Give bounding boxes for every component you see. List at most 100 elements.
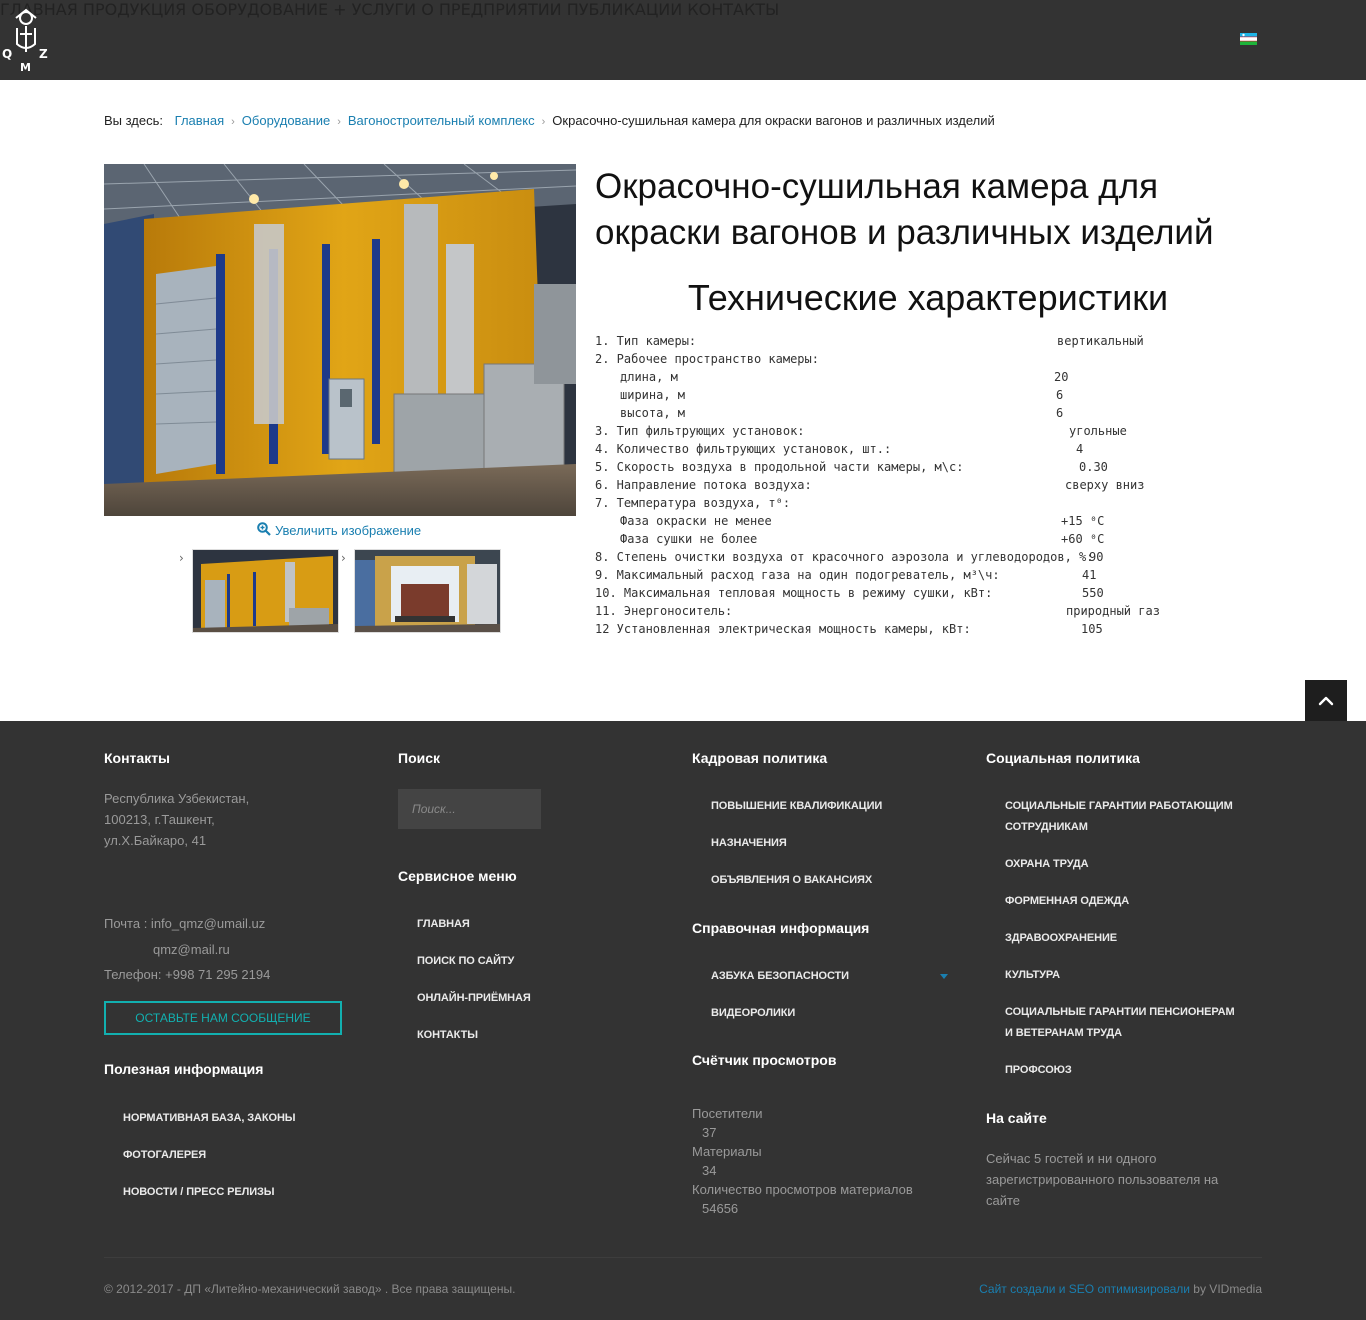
spec-row: 7. Температура воздуха, т⁰: (595, 494, 1275, 512)
thumbnail-1[interactable] (192, 549, 339, 633)
spec-row: 11. Энергоноситель: природный газ (595, 602, 1275, 620)
footer-service-heading: Сервисное меню (398, 868, 517, 884)
uzbekistan-flag-icon[interactable] (1240, 30, 1257, 45)
developer-credit-by: by VIDmedia (1189, 1282, 1262, 1296)
footer-address-line: Республика Узбекистан, (104, 791, 250, 806)
spec-row: 1. Тип камеры: вертикальный (595, 332, 1275, 350)
thumbnail-arrow-icon: › (179, 551, 184, 565)
breadcrumb-separator: › (231, 116, 235, 128)
nav-about[interactable]: О ПРЕДПРИЯТИИ (421, 0, 561, 19)
spec-row: 8. Степень очистки воздуха от красочного… (595, 548, 1275, 566)
footer-service-link[interactable]: КОНТАКТЫ (417, 1029, 478, 1041)
spec-row: 6. Направление потока воздуха: сверху вни… (595, 476, 1275, 494)
footer-service-link[interactable]: ОНЛАЙН-ПРИЁМНАЯ (417, 992, 531, 1004)
footer-useful-link[interactable]: НОРМАТИВНАЯ БАЗА, ЗАКОНЫ (123, 1112, 296, 1124)
spec-label: высота, м (620, 406, 686, 420)
breadcrumb-home[interactable]: Главная (175, 113, 224, 128)
counter-materials-value: 34 (702, 1163, 717, 1178)
footer-service-link[interactable]: ГЛАВНАЯ (417, 918, 470, 930)
footer-email-2[interactable]: qmz@mail.ru (153, 939, 230, 960)
breadcrumb-equipment[interactable]: Оборудование (242, 113, 330, 128)
footer-reference-link[interactable]: ВИДЕОРОЛИКИ (711, 1007, 795, 1019)
specs-list: 1. Тип камеры: вертикальный 2. Рабочее пр… (595, 332, 1275, 638)
spec-label: Фаза окраски не менее (620, 514, 772, 528)
spec-row: 12 Установленная электрическая мощность … (595, 620, 1275, 638)
breadcrumb-wagon-complex[interactable]: Вагоностроительный комплекс (348, 113, 535, 128)
developer-credit-link[interactable]: Сайт создали и SEO оптимизировали (979, 1282, 1190, 1296)
footer-social-heading: Социальная политика (986, 750, 1140, 766)
spec-row: ширина, м 6 (595, 386, 1275, 404)
spec-row: 4. Количество фильтрующих установок, шт.… (595, 440, 1275, 458)
spec-label: 12 Установленная электрическая мощность … (595, 622, 971, 636)
footer-divider (104, 1257, 1262, 1258)
logo-letter-q: Q (2, 47, 12, 61)
spec-label: 9. Максимальный расход газа на один подо… (595, 568, 1000, 582)
chevron-down-icon[interactable] (940, 974, 948, 979)
spec-label: 1. Тип камеры: (595, 334, 697, 348)
spec-row: Фаза окраски не менее +15 ⁰С (595, 512, 1275, 530)
page-title: Окрасочно-сушильная камера для окраски в… (595, 167, 1214, 252)
thumbnail-2[interactable] (354, 549, 501, 633)
spec-row: высота, м 6 (595, 404, 1275, 422)
footer-counter-heading: Счётчик просмотров (692, 1052, 837, 1068)
footer-email[interactable]: Почта : info_qmz@umail.uz (104, 913, 265, 934)
footer-social-link[interactable]: ФОРМЕННАЯ ОДЕЖДА (1005, 895, 1129, 907)
spec-label: 10. Максимальная тепловая мощность в реж… (595, 586, 993, 600)
zoom-in-icon (257, 522, 271, 536)
footer-social-link[interactable]: СОЦИАЛЬНЫЕ ГАРАНТИИ ПЕНСИОНЕРАМ И ВЕТЕРА… (1005, 1002, 1245, 1044)
spec-value: 20 (1054, 370, 1069, 384)
main-nav: ГЛАВНАЯ ПРОДУКЦИЯ ОБОРУДОВАНИЕ + УСЛУГИ … (0, 0, 1366, 19)
enlarge-image-link[interactable]: Увеличить изображение (257, 521, 421, 538)
counter-views-label: Количество просмотров материалов (692, 1182, 913, 1197)
footer-social-link[interactable]: ЗДРАВООХРАНЕНИЕ (1005, 932, 1117, 944)
product-main-image[interactable] (104, 164, 576, 516)
footer-useful-link[interactable]: ФОТОГАЛЕРЕЯ (123, 1149, 206, 1161)
spec-row: Фаза сушки не более +60 ⁰С (595, 530, 1275, 548)
footer-service-link[interactable]: ПОИСК ПО САЙТУ (417, 955, 514, 967)
footer-online-heading: На сайте (986, 1110, 1047, 1126)
spec-label: 6. Направление потока воздуха: (595, 478, 812, 492)
spec-value: 4 (1076, 442, 1084, 456)
nav-equipment[interactable]: ОБОРУДОВАНИЕ + (191, 0, 346, 19)
footer-hr-link[interactable]: ПОВЫШЕНИЕ КВАЛИФИКАЦИИ (711, 800, 882, 812)
spec-label: 3. Тип фильтрующих установок: (595, 424, 805, 438)
spec-value: вертикальный (1057, 334, 1144, 348)
spec-label: Фаза сушки не более (620, 532, 758, 546)
footer-hr-link[interactable]: ОБЪЯВЛЕНИЯ О ВАКАНСИЯХ (711, 874, 872, 886)
logo-letter-z: Z (39, 47, 48, 61)
enlarge-label: Увеличить изображение (275, 523, 422, 538)
nav-services[interactable]: УСЛУГИ (352, 0, 416, 19)
footer-social-link[interactable]: КУЛЬТУРА (1005, 969, 1060, 981)
footer-search-input[interactable] (398, 789, 541, 829)
breadcrumb: Вы здесь: Главная › Оборудование › Вагоностр… (104, 113, 995, 128)
spec-label: ширина, м (620, 388, 686, 402)
scroll-to-top-button[interactable] (1305, 680, 1347, 722)
logo-letter-m: M (20, 61, 31, 72)
leave-message-button[interactable]: ОСТАВЬТЕ НАМ СООБЩЕНИЕ (104, 1001, 342, 1035)
footer-useful-link[interactable]: НОВОСТИ / ПРЕСС РЕЛИЗЫ (123, 1186, 275, 1198)
nav-products[interactable]: ПРОДУКЦИЯ (83, 0, 186, 19)
company-logo[interactable]: Q Z M (2, 8, 50, 74)
chevron-up-icon (1317, 692, 1335, 710)
footer-social-link[interactable]: СОЦИАЛЬНЫЕ ГАРАНТИИ РАБОТАЮЩИМ СОТРУДНИК… (1005, 796, 1245, 838)
spec-label: 8. Степень очистки воздуха от красочного… (595, 550, 1094, 564)
footer-useful-heading: Полезная информация (104, 1061, 264, 1077)
footer-social-link[interactable]: ОХРАНА ТРУДА (1005, 858, 1089, 870)
footer-phone: Телефон: +998 71 295 2194 (104, 967, 271, 982)
spec-label: 2. Рабочее пространство камеры: (595, 352, 819, 366)
spec-row: 2. Рабочее пространство камеры: (595, 350, 1275, 368)
breadcrumb-separator: › (337, 116, 341, 128)
footer-reference-link[interactable]: АЗБУКА БЕЗОПАСНОСТИ (711, 970, 849, 982)
footer-contacts-heading: Контакты (104, 750, 171, 766)
footer-online-text: зарегистрированного пользователя на (986, 1172, 1219, 1187)
nav-publications[interactable]: ПУБЛИКАЦИИ (567, 0, 682, 19)
nav-contacts[interactable]: КОНТАКТЫ (687, 0, 779, 19)
counter-visitors-label: Посетители (692, 1106, 763, 1121)
footer-hr-link[interactable]: НАЗНАЧЕНИЯ (711, 837, 787, 849)
spec-value: 6 (1056, 388, 1064, 402)
site-footer: Контакты Республика Узбекистан, 100213, … (0, 721, 1366, 1320)
spec-label: 7. Температура воздуха, т⁰: (595, 496, 791, 510)
footer-search-heading: Поиск (398, 750, 441, 766)
specs-heading: Технические характеристики (687, 277, 1169, 318)
footer-social-link[interactable]: ПРОФСОЮЗ (1005, 1064, 1072, 1076)
